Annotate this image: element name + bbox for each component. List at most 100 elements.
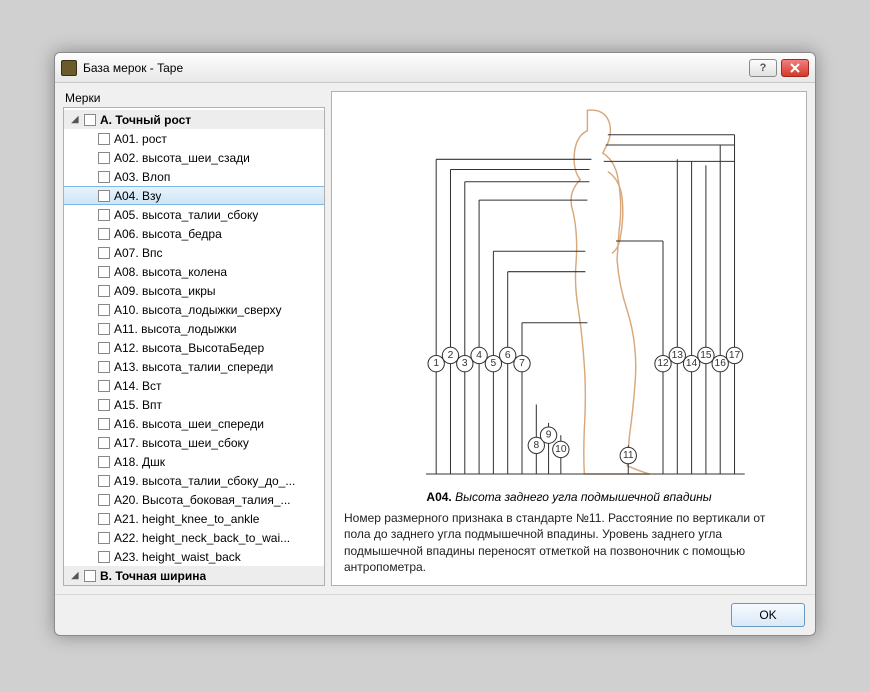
tree-item-label: A01. рост xyxy=(114,132,167,146)
ok-button[interactable]: OK xyxy=(731,603,805,627)
checkbox[interactable] xyxy=(98,247,110,259)
checkbox[interactable] xyxy=(98,418,110,430)
expander-icon: ◢ xyxy=(70,571,80,581)
checkbox[interactable] xyxy=(98,494,110,506)
tree-item[interactable]: A02. высота_шеи_сзади xyxy=(64,148,324,167)
checkbox[interactable] xyxy=(98,456,110,468)
close-icon xyxy=(790,63,800,73)
tree-item[interactable]: A17. высота_шеи_сбоку xyxy=(64,433,324,452)
checkbox[interactable] xyxy=(98,475,110,487)
tree-item-label: A18. Дшк xyxy=(114,455,165,469)
tree-item-label: A05. высота_талии_сбоку xyxy=(114,208,258,222)
checkbox[interactable] xyxy=(84,114,96,126)
tree-item[interactable]: A13. высота_талии_спереди xyxy=(64,357,324,376)
checkbox[interactable] xyxy=(98,133,110,145)
tree-group-label: B. Точная ширина xyxy=(100,569,206,583)
tree-item-label: A07. Впс xyxy=(114,246,163,260)
measurements-label: Мерки xyxy=(63,91,325,105)
checkbox[interactable] xyxy=(98,380,110,392)
tree-item[interactable]: A18. Дшк xyxy=(64,452,324,471)
tree-item-label: A06. высота_бедра xyxy=(114,227,222,241)
dialog-window: База мерок - Tape ? Мерки ◢A. Точный рос… xyxy=(54,52,816,636)
tree-item-label: A22. height_neck_back_to_wai... xyxy=(114,531,290,545)
tree-group-label: A. Точный рост xyxy=(100,113,191,127)
marker-label: 3 xyxy=(462,358,468,369)
diagram-caption: A04. Высота заднего угла подмышечной впа… xyxy=(342,486,796,510)
checkbox[interactable] xyxy=(98,399,110,411)
marker-label: 1 xyxy=(433,358,439,369)
checkbox[interactable] xyxy=(98,513,110,525)
checkbox[interactable] xyxy=(98,266,110,278)
checkbox[interactable] xyxy=(98,342,110,354)
tree-item-label: A16. высота_шеи_спереди xyxy=(114,417,264,431)
tree-item-label: A21. height_knee_to_ankle xyxy=(114,512,259,526)
tree-item[interactable]: A05. высота_талии_сбоку xyxy=(64,205,324,224)
tree-item[interactable]: A21. height_knee_to_ankle xyxy=(64,509,324,528)
marker-label: 8 xyxy=(533,440,539,451)
tree-item[interactable]: A23. height_waist_back xyxy=(64,547,324,566)
caption-code: A04. xyxy=(426,490,451,504)
checkbox[interactable] xyxy=(98,437,110,449)
tree-group-A[interactable]: ◢A. Точный рост xyxy=(64,110,324,129)
window-title: База мерок - Tape xyxy=(83,61,743,75)
tree-item[interactable]: A08. высота_колена xyxy=(64,262,324,281)
checkbox[interactable] xyxy=(98,285,110,297)
detail-panel: 1234567891011121314151617 A04. Высота за… xyxy=(331,91,807,586)
checkbox[interactable] xyxy=(98,171,110,183)
checkbox[interactable] xyxy=(98,304,110,316)
marker-label: 2 xyxy=(448,350,454,361)
tree-item[interactable]: A22. height_neck_back_to_wai... xyxy=(64,528,324,547)
tree-item[interactable]: A07. Впс xyxy=(64,243,324,262)
tree-item-label: A11. высота_лодыжки xyxy=(114,322,237,336)
tree-item[interactable]: A14. Вст xyxy=(64,376,324,395)
help-button[interactable]: ? xyxy=(749,59,777,77)
marker-label: 6 xyxy=(505,350,511,361)
window-controls: ? xyxy=(749,59,809,77)
tree-item[interactable]: B01. ширина_плечей xyxy=(64,585,324,586)
marker-label: 12 xyxy=(657,358,669,369)
checkbox[interactable] xyxy=(98,551,110,563)
marker-label: 10 xyxy=(555,444,567,455)
checkbox[interactable] xyxy=(98,361,110,373)
checkbox[interactable] xyxy=(98,323,110,335)
tree-item[interactable]: A03. Влоп xyxy=(64,167,324,186)
marker-label: 14 xyxy=(686,358,698,369)
marker-label: 7 xyxy=(519,358,525,369)
tree-item-label: A14. Вст xyxy=(114,379,162,393)
tree-item[interactable]: A15. Впт xyxy=(64,395,324,414)
tree-item[interactable]: A10. высота_лодыжки_сверху xyxy=(64,300,324,319)
measurements-tree: ◢A. Точный ростA01. ростA02. высота_шеи_… xyxy=(64,108,324,586)
checkbox[interactable] xyxy=(98,152,110,164)
tree-item-label: A19. высота_талии_сбоку_до_... xyxy=(114,474,295,488)
checkbox[interactable] xyxy=(98,209,110,221)
marker-label: 11 xyxy=(623,450,634,461)
checkbox[interactable] xyxy=(98,190,110,202)
marker-label: 16 xyxy=(715,358,727,369)
close-button[interactable] xyxy=(781,59,809,77)
tree-item[interactable]: A19. высота_талии_сбоку_до_... xyxy=(64,471,324,490)
tree-item[interactable]: A09. высота_икры xyxy=(64,281,324,300)
tree-item-label: A09. высота_икры xyxy=(114,284,216,298)
tree-item-label: A03. Влоп xyxy=(114,170,170,184)
titlebar: База мерок - Tape ? xyxy=(55,53,815,83)
marker-label: 15 xyxy=(700,350,712,361)
tree-item[interactable]: A12. высота_ВысотаБедер xyxy=(64,338,324,357)
checkbox[interactable] xyxy=(98,228,110,240)
tree-item[interactable]: A04. Взу xyxy=(64,186,324,205)
tree-item[interactable]: A20. Высота_боковая_талия_... xyxy=(64,490,324,509)
tree-item[interactable]: A11. высота_лодыжки xyxy=(64,319,324,338)
tree-item-label: A12. высота_ВысотаБедер xyxy=(114,341,264,355)
tree-item[interactable]: A06. высота_бедра xyxy=(64,224,324,243)
tree-item-label: A15. Впт xyxy=(114,398,162,412)
measurement-diagram: 1234567891011121314151617 xyxy=(342,98,796,486)
tree-group-B[interactable]: ◢ B. Точная ширина xyxy=(64,566,324,585)
checkbox[interactable] xyxy=(98,532,110,544)
caption-text: Высота заднего угла подмышечной впадины xyxy=(455,490,711,504)
tree-item-label: A20. Высота_боковая_талия_... xyxy=(114,493,291,507)
marker-label: 5 xyxy=(491,358,497,369)
checkbox[interactable] xyxy=(84,570,96,582)
tree-item[interactable]: A01. рост xyxy=(64,129,324,148)
marker-label: 4 xyxy=(476,350,482,361)
measurements-tree-scroll[interactable]: ◢A. Точный ростA01. ростA02. высота_шеи_… xyxy=(63,107,325,586)
tree-item[interactable]: A16. высота_шеи_спереди xyxy=(64,414,324,433)
